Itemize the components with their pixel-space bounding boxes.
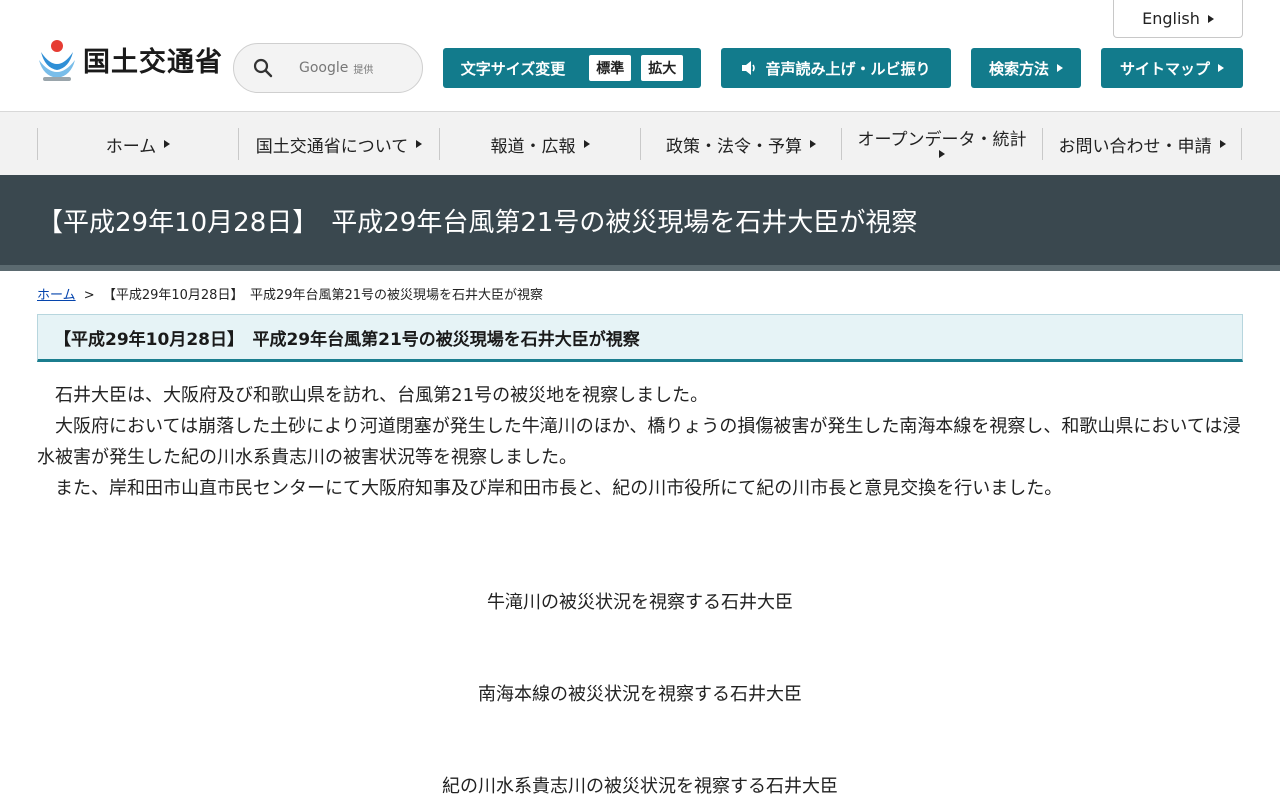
paragraph: 大阪府においては崩落した土砂により河道閉塞が発生した牛滝川のほか、橋りょうの損傷… bbox=[37, 416, 1241, 468]
font-size-label: 文字サイズ変更 bbox=[460, 59, 566, 78]
font-size-standard-button[interactable]: 標準 bbox=[589, 55, 632, 81]
nav-item-label: お問い合わせ・申請 bbox=[1058, 136, 1212, 157]
nav-item-label: 国土交通省について bbox=[255, 136, 409, 157]
section-heading-text: 【平成29年10月28日】 平成29年台風第21号の被災現場を石井大臣が視察 bbox=[54, 329, 640, 350]
breadcrumb-current: 【平成29年10月28日】 平成29年台風第21号の被災現場を石井大臣が視察 bbox=[102, 288, 544, 303]
english-button[interactable]: English bbox=[1113, 0, 1243, 38]
paragraph: 石井大臣は、大阪府及び和歌山県を訪れ、台風第21号の被災地を視察しました。 bbox=[55, 385, 709, 406]
breadcrumb-home-link[interactable]: ホーム bbox=[37, 288, 76, 303]
font-size-large-button[interactable]: 拡大 bbox=[641, 55, 684, 81]
photo-caption: 紀の川水系貴志川の被災状況を視察する石井大臣 bbox=[442, 776, 838, 797]
chevron-right-icon bbox=[1207, 14, 1214, 23]
nav-item-press[interactable]: 報道・広報 bbox=[439, 128, 640, 160]
search-brand: Google bbox=[299, 60, 349, 76]
font-size-control: 文字サイズ変更 標準 拡大 bbox=[443, 48, 701, 88]
title-divider bbox=[0, 265, 1280, 271]
section-heading: 【平成29年10月28日】 平成29年台風第21号の被災現場を石井大臣が視察 bbox=[37, 314, 1243, 362]
nav-item-contact[interactable]: お問い合わせ・申請 bbox=[1042, 128, 1242, 160]
search-method-label: 検索方法 bbox=[988, 59, 1049, 78]
page-title-band: 【平成29年10月28日】 平成29年台風第21号の被災現場を石井大臣が視察 bbox=[0, 175, 1280, 265]
chevron-right-icon bbox=[583, 140, 590, 148]
paragraph: また、岸和田市山直市民センターにて大阪府知事及び岸和田市長と、紀の川市役所にて紀… bbox=[55, 478, 1063, 499]
nav-item-opendata[interactable]: オープンデータ・統計 bbox=[841, 128, 1042, 160]
voice-ruby-label: 音声読み上げ・ルビ振り bbox=[765, 59, 931, 78]
nav-item-label: オープンデータ・統計 bbox=[857, 130, 1027, 150]
global-nav: ホーム 国土交通省について 報道・広報 政策・法令・予算 オープンデータ・統計 … bbox=[0, 111, 1280, 175]
search-icon bbox=[253, 58, 273, 78]
sitemap-label: サイトマップ bbox=[1119, 59, 1210, 78]
voice-ruby-button[interactable]: 音声読み上げ・ルビ振り bbox=[721, 48, 951, 88]
search-brand-sub: 提供 bbox=[353, 64, 374, 76]
chevron-right-icon bbox=[939, 150, 945, 158]
chevron-right-icon bbox=[164, 140, 171, 148]
nav-item-label: 政策・法令・予算 bbox=[666, 136, 802, 157]
site-logo[interactable]: 国土交通省 bbox=[37, 36, 223, 82]
breadcrumb-separator: > bbox=[83, 288, 95, 303]
nav-item-policy[interactable]: 政策・法令・予算 bbox=[640, 128, 841, 160]
article-body: 石井大臣は、大阪府及び和歌山県を訪れ、台風第21号の被災地を視察しました。 大阪… bbox=[37, 380, 1247, 504]
nav-item-home[interactable]: ホーム bbox=[37, 128, 238, 160]
chevron-right-icon bbox=[416, 140, 423, 148]
chevron-right-icon bbox=[1218, 64, 1224, 72]
chevron-right-icon bbox=[810, 140, 816, 148]
logo-text: 国土交通省 bbox=[83, 46, 223, 78]
breadcrumb: ホーム > 【平成29年10月28日】 平成29年台風第21号の被災現場を石井大… bbox=[37, 284, 543, 303]
sitemap-button[interactable]: サイトマップ bbox=[1101, 48, 1243, 88]
photo-caption: 南海本線の被災状況を視察する石井大臣 bbox=[478, 684, 802, 705]
photo-caption: 牛滝川の被災状況を視察する石井大臣 bbox=[487, 592, 793, 613]
nav-item-label: 報道・広報 bbox=[490, 136, 576, 157]
chevron-right-icon bbox=[1057, 64, 1063, 72]
speaker-icon bbox=[741, 60, 757, 76]
english-label: English bbox=[1142, 9, 1200, 28]
nav-item-about[interactable]: 国土交通省について bbox=[238, 128, 439, 160]
mlit-logo-icon bbox=[37, 36, 77, 82]
search-method-button[interactable]: 検索方法 bbox=[971, 48, 1081, 88]
page-title: 【平成29年10月28日】 平成29年台風第21号の被災現場を石井大臣が視察 bbox=[37, 207, 918, 238]
nav-item-label: ホーム bbox=[105, 136, 157, 157]
chevron-right-icon bbox=[1219, 140, 1226, 148]
site-search-input[interactable]: Google 提供 bbox=[233, 43, 423, 93]
